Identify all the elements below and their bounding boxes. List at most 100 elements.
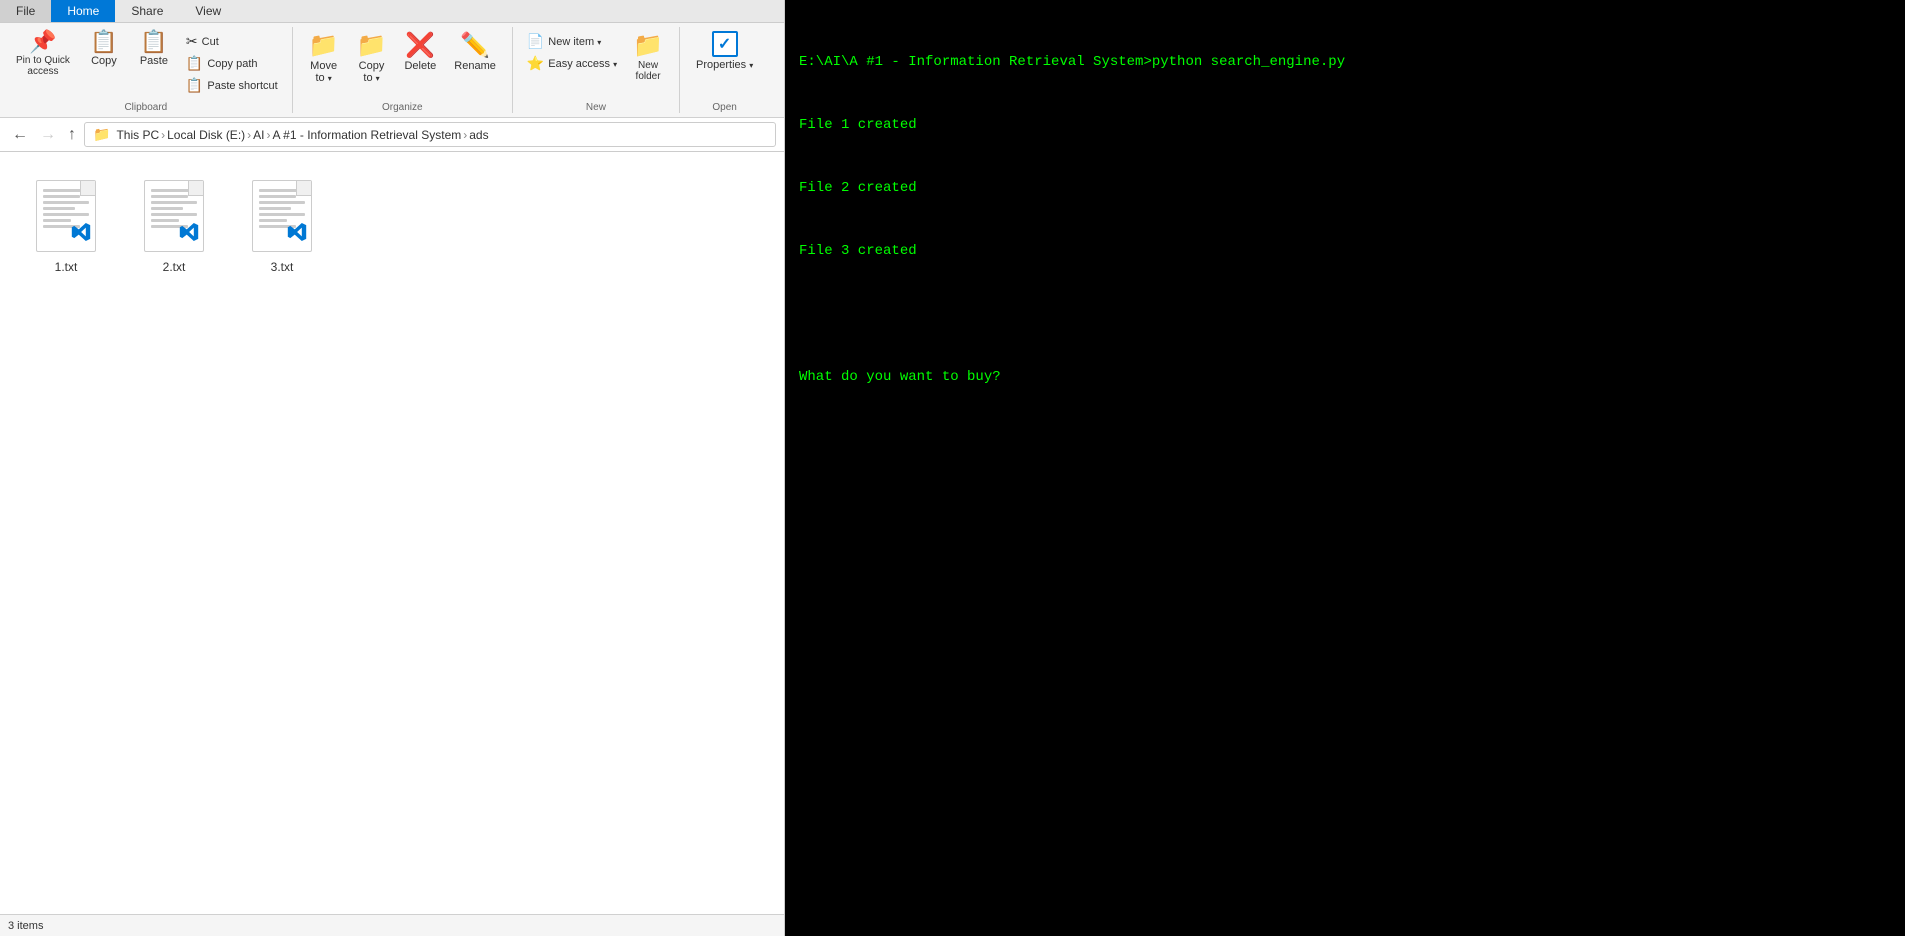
delete-button[interactable]: ❌ Delete	[396, 27, 444, 76]
vscode-badge-1	[71, 222, 91, 247]
pin-to-quick-access-button[interactable]: 📌 Pin to Quickaccess	[8, 27, 78, 81]
path-local-disk[interactable]: Local Disk (E:)	[167, 128, 245, 142]
file-line	[151, 195, 188, 198]
up-button[interactable]: ↑	[64, 124, 80, 146]
terminal[interactable]: E:\AI\A #1 - Information Retrieval Syste…	[785, 0, 1905, 936]
status-bar: 3 items	[0, 914, 784, 936]
easy-access-button[interactable]: ⭐ Easy access ▾	[521, 53, 623, 74]
file-page-icon-1	[36, 180, 96, 252]
address-path[interactable]: 📁 This PC › Local Disk (E:) › AI › A #1 …	[84, 122, 776, 147]
path-this-pc[interactable]: This PC	[116, 128, 159, 142]
copy-button[interactable]: 📋 Copy	[80, 27, 128, 71]
file-page-icon-3	[252, 180, 312, 252]
file-line	[151, 189, 197, 192]
paste-button[interactable]: 📋 Paste	[130, 27, 178, 71]
paste-icon: 📋	[140, 31, 167, 53]
file-line	[43, 195, 80, 198]
terminal-line-3: File 2 created	[799, 178, 1891, 199]
clipboard-label: Clipboard	[124, 100, 167, 113]
copy-path-icon: 📋	[186, 55, 203, 72]
ribbon-group-open: Properties ▾ Open	[680, 27, 769, 113]
file-line	[259, 207, 291, 210]
file-item-1[interactable]: 1.txt	[16, 168, 116, 282]
new-item-button[interactable]: 📄 New item ▾	[521, 31, 623, 52]
status-text: 3 items	[8, 920, 43, 932]
copy-to-button[interactable]: 📁 Copyto ▾	[349, 27, 395, 88]
organize-items: 📁 Moveto ▾ 📁 Copyto ▾ ❌ Delete ✏️ Rename	[301, 27, 504, 100]
new-item-icon: 📄	[527, 33, 544, 50]
tab-file[interactable]: File	[0, 0, 51, 22]
address-bar: ← → ↑ 📁 This PC › Local Disk (E:) › AI ›…	[0, 118, 784, 152]
vscode-badge-3	[287, 222, 307, 247]
ribbon-group-new: 📄 New item ▾ ⭐ Easy access ▾ 📁 Newfolder…	[513, 27, 680, 113]
clipboard-items: 📌 Pin to Quickaccess 📋 Copy 📋 Paste	[8, 27, 284, 100]
tab-home[interactable]: Home	[51, 0, 115, 22]
file-item-3[interactable]: 3.txt	[232, 168, 332, 282]
forward-button[interactable]: →	[36, 124, 60, 146]
file-item-2[interactable]: 2.txt	[124, 168, 224, 282]
file-line	[43, 213, 89, 216]
rename-icon: ✏️	[460, 31, 490, 60]
open-label: Open	[712, 100, 736, 113]
file-line	[259, 213, 305, 216]
vscode-badge-2	[179, 222, 199, 247]
paste-shortcut-icon: 📋	[186, 77, 203, 94]
clipboard-small-buttons: ✂ Cut 📋 Copy path 📋 Paste shortcut	[180, 27, 284, 100]
open-items: Properties ▾	[688, 27, 761, 100]
back-button[interactable]: ←	[8, 124, 32, 146]
tab-view[interactable]: View	[179, 0, 237, 22]
tab-share[interactable]: Share	[115, 0, 179, 22]
file-explorer: File Home Share View 📌 Pin to Quickacces…	[0, 0, 785, 936]
file-label-2: 2.txt	[163, 260, 186, 274]
ribbon-group-organize: 📁 Moveto ▾ 📁 Copyto ▾ ❌ Delete ✏️ Rename	[293, 27, 513, 113]
organize-label: Organize	[382, 100, 423, 113]
ribbon: File Home Share View 📌 Pin to Quickacces…	[0, 0, 784, 118]
file-line	[259, 195, 296, 198]
cut-button[interactable]: ✂ Cut	[180, 31, 284, 52]
terminal-line-2: File 1 created	[799, 115, 1891, 136]
copy-to-icon: 📁	[357, 31, 387, 60]
new-folder-button[interactable]: 📁 Newfolder	[625, 27, 671, 86]
rename-button[interactable]: ✏️ Rename	[446, 27, 504, 76]
file-label-1: 1.txt	[55, 260, 78, 274]
file-line	[151, 219, 179, 222]
copy-label: Copy	[91, 55, 117, 67]
paste-shortcut-button[interactable]: 📋 Paste shortcut	[180, 75, 284, 96]
easy-access-icon: ⭐	[527, 55, 544, 72]
file-line	[43, 201, 89, 204]
file-line	[259, 201, 305, 204]
path-ads[interactable]: ads	[469, 128, 488, 142]
ribbon-group-clipboard: 📌 Pin to Quickaccess 📋 Copy 📋 Paste	[0, 27, 293, 113]
pin-label: Pin to Quickaccess	[16, 55, 70, 77]
file-line	[151, 201, 197, 204]
properties-button[interactable]: Properties ▾	[688, 27, 761, 75]
new-folder-icon: 📁	[633, 31, 663, 60]
ribbon-content: 📌 Pin to Quickaccess 📋 Copy 📋 Paste	[0, 23, 784, 117]
move-icon: 📁	[309, 31, 339, 60]
copy-icon: 📋	[90, 31, 117, 53]
file-area: 1.txt	[0, 152, 784, 914]
terminal-line-1: E:\AI\A #1 - Information Retrieval Syste…	[799, 52, 1891, 73]
terminal-line-prompt: What do you want to buy?	[799, 367, 1891, 388]
new-items: 📄 New item ▾ ⭐ Easy access ▾ 📁 Newfolder	[521, 27, 671, 100]
file-line	[43, 219, 71, 222]
file-icon-wrapper-1	[31, 176, 101, 256]
file-line	[259, 219, 287, 222]
copy-path-button[interactable]: 📋 Copy path	[180, 53, 284, 74]
file-page-icon-2	[144, 180, 204, 252]
path-info-retrieval[interactable]: A #1 - Information Retrieval System	[273, 128, 462, 142]
file-icon-wrapper-3	[247, 176, 317, 256]
file-line	[43, 189, 89, 192]
file-line	[259, 189, 305, 192]
path-ai[interactable]: AI	[253, 128, 264, 142]
scissors-icon: ✂	[186, 33, 198, 50]
file-line	[43, 207, 75, 210]
properties-checkmark-icon	[712, 31, 738, 57]
pin-icon: 📌	[29, 31, 56, 53]
delete-icon: ❌	[405, 31, 435, 60]
ribbon-tabs: File Home Share View	[0, 0, 784, 23]
move-to-button[interactable]: 📁 Moveto ▾	[301, 27, 347, 88]
new-label: New	[586, 100, 606, 113]
folder-icon: 📁	[93, 126, 110, 143]
file-line	[151, 213, 197, 216]
